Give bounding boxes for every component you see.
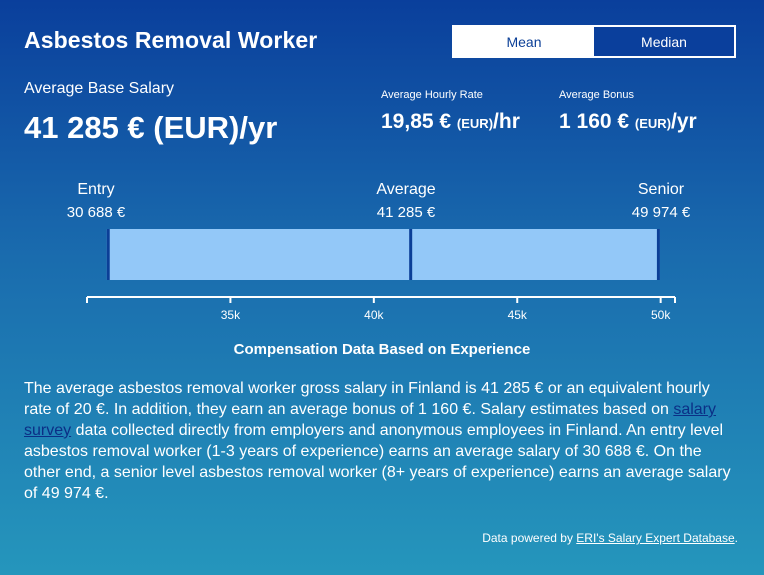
senior-marker	[656, 229, 660, 280]
salary-description: The average asbestos removal worker gros…	[24, 378, 740, 504]
description-text-2: data collected directly from employers a…	[24, 422, 731, 502]
salary-range-chart: 35k 40k 45k 50k	[86, 229, 676, 322]
average-marker	[409, 229, 413, 280]
description-text-1: The average asbestos removal worker gros…	[24, 380, 710, 418]
data-source-footer: Data powered by ERI's Salary Expert Data…	[482, 531, 738, 545]
x-axis-tick-label: 35k	[221, 308, 241, 322]
x-axis-tick-label: 45k	[508, 308, 528, 322]
x-axis-tick-label: 50k	[651, 308, 671, 322]
entry-marker	[106, 229, 110, 280]
footer-suffix: .	[734, 531, 738, 545]
salary-range-bar	[106, 229, 660, 280]
eri-database-link[interactable]: ERI's Salary Expert Database	[576, 531, 734, 545]
footer-prefix: Data powered by	[482, 531, 577, 545]
x-axis-tick-label: 40k	[364, 308, 384, 322]
salary-card: Asbestos Removal Worker Mean Median Aver…	[0, 0, 764, 575]
chart-caption: Compensation Data Based on Experience	[233, 341, 531, 358]
